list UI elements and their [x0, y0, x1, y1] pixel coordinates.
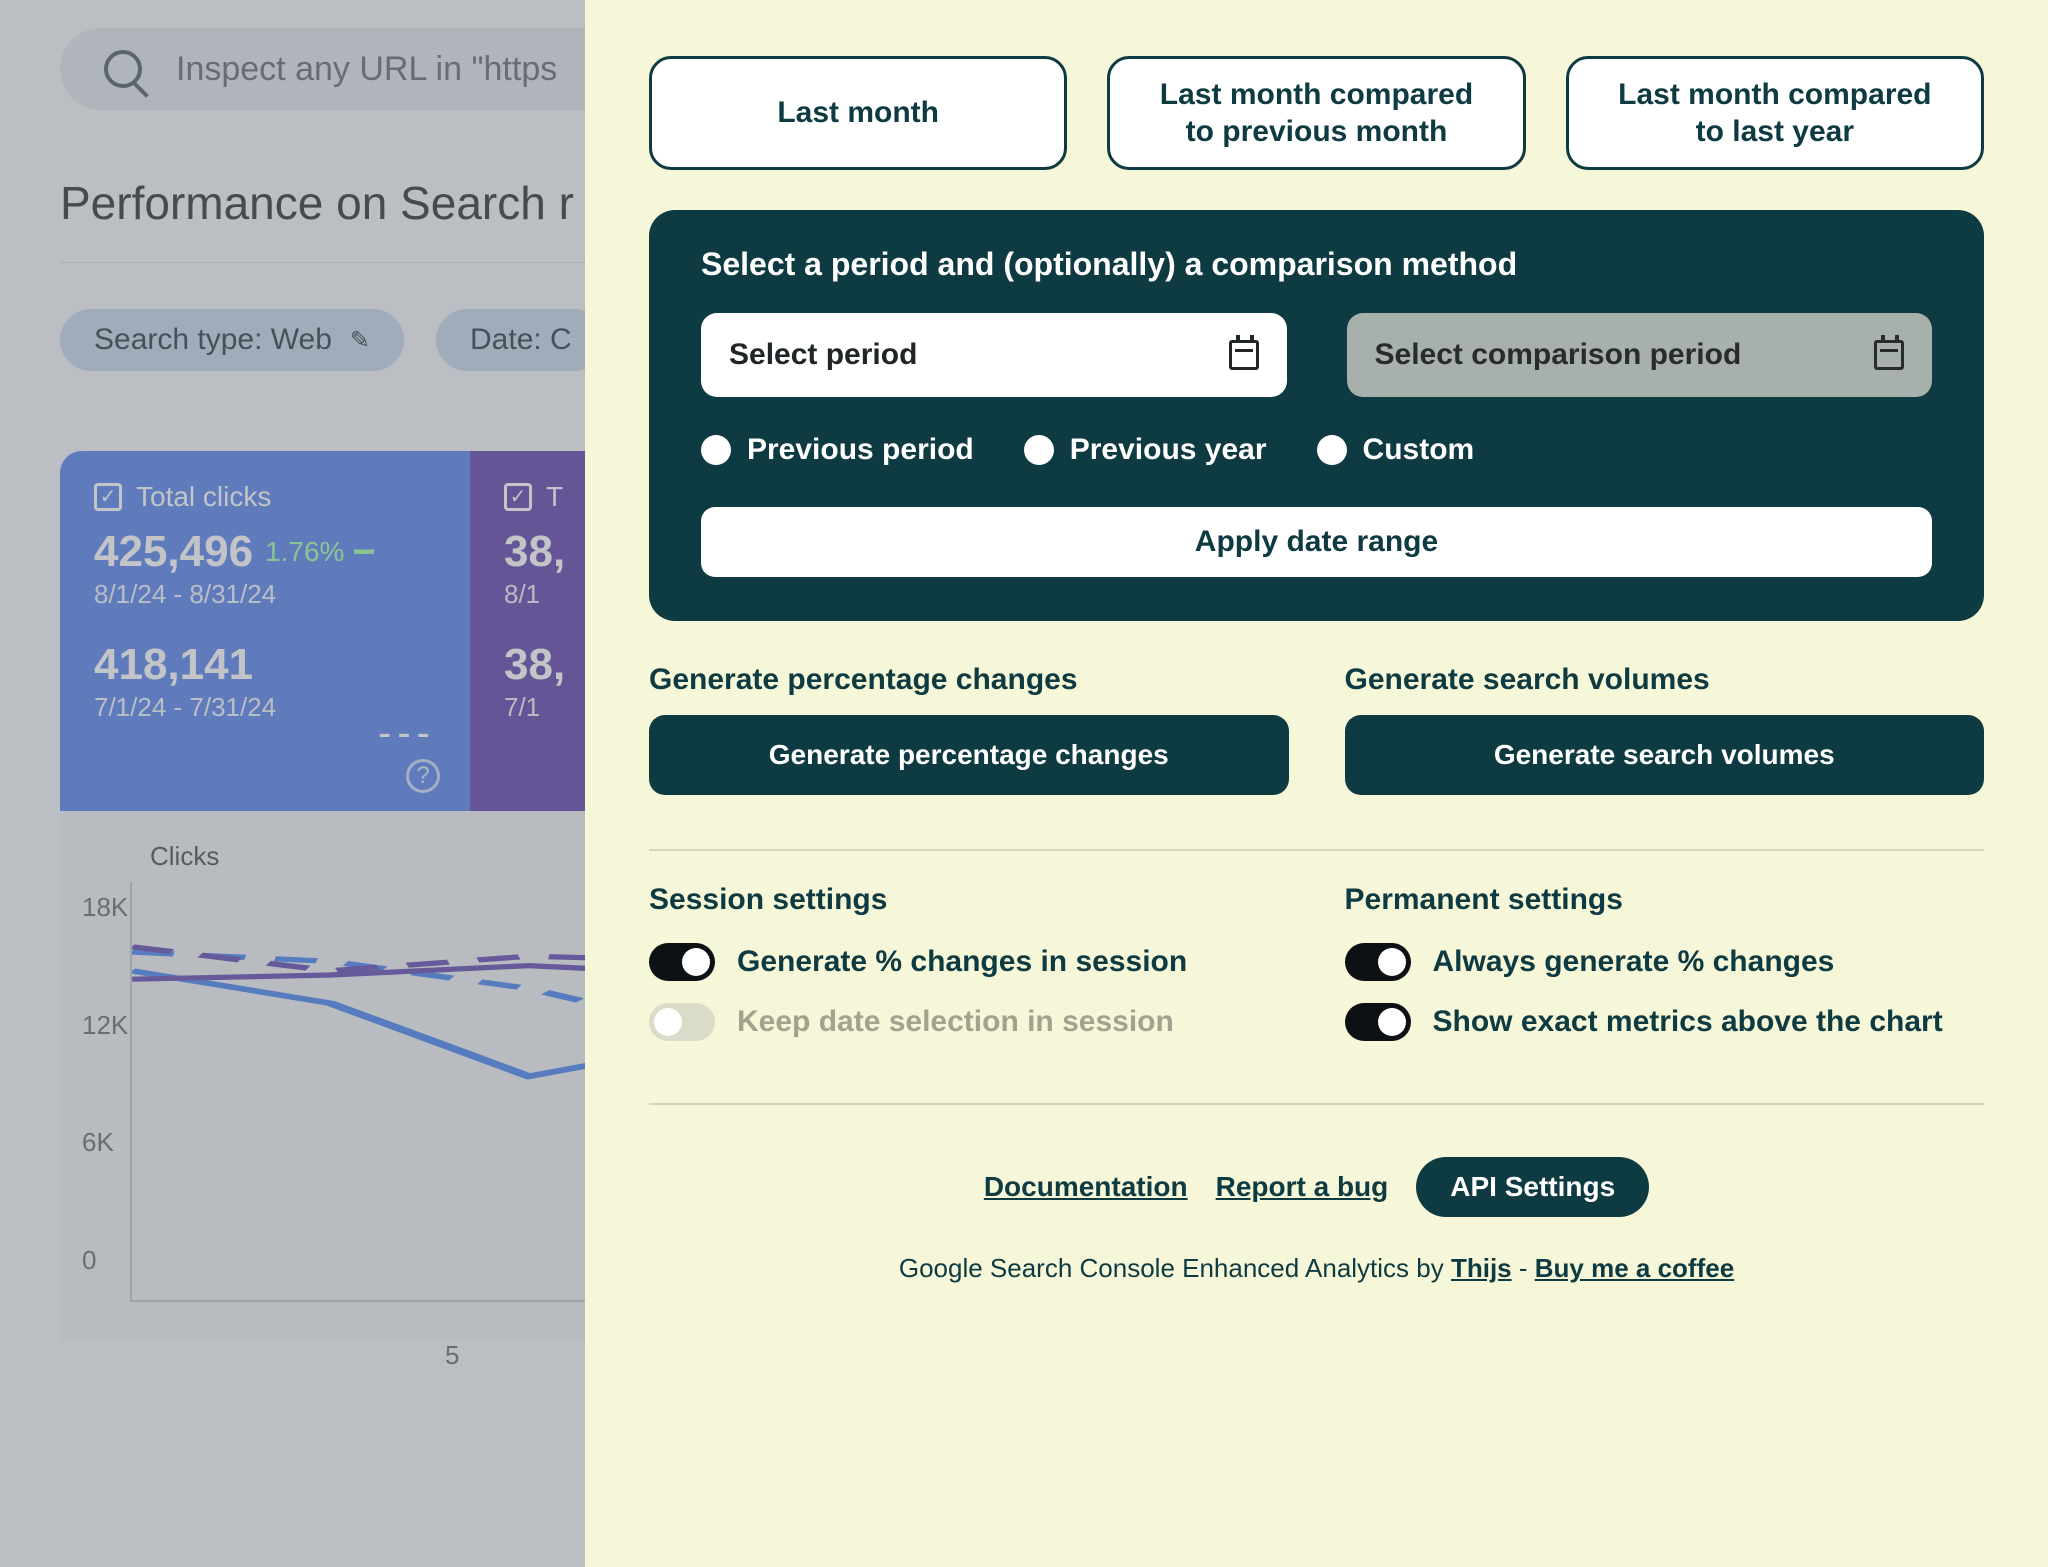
radio-previous-period[interactable]: Previous period: [701, 433, 974, 467]
calendar-icon: [1229, 340, 1259, 370]
toggle-exact-metrics-label: Show exact metrics above the chart: [1433, 1005, 1943, 1039]
select-comparison-button[interactable]: Select comparison period: [1347, 313, 1933, 397]
divider: [649, 1103, 1984, 1105]
quick-last-month-vs-prev-button[interactable]: Last month compared to previous month: [1107, 56, 1525, 170]
radio-icon: [1024, 435, 1054, 465]
radio-custom[interactable]: Custom: [1317, 433, 1475, 467]
select-period-button[interactable]: Select period: [701, 313, 1287, 397]
radio-icon: [701, 435, 731, 465]
gen-vol-title: Generate search volumes: [1345, 663, 1985, 697]
select-period-label: Select period: [729, 338, 917, 372]
divider: [649, 849, 1984, 851]
toggle-session-pct[interactable]: [649, 943, 715, 981]
select-comparison-label: Select comparison period: [1375, 338, 1742, 372]
radio-label: Custom: [1363, 433, 1475, 467]
radio-previous-year[interactable]: Previous year: [1024, 433, 1267, 467]
apply-date-range-button[interactable]: Apply date range: [701, 507, 1932, 577]
calendar-icon: [1874, 340, 1904, 370]
radio-label: Previous period: [747, 433, 974, 467]
gen-vol-button[interactable]: Generate search volumes: [1345, 715, 1985, 795]
radio-icon: [1317, 435, 1347, 465]
documentation-link[interactable]: Documentation: [984, 1171, 1188, 1203]
radio-label: Previous year: [1070, 433, 1267, 467]
api-settings-button[interactable]: API Settings: [1416, 1157, 1649, 1217]
toggle-always-pct-label: Always generate % changes: [1433, 945, 1835, 979]
session-settings-title: Session settings: [649, 883, 1289, 917]
permanent-settings-title: Permanent settings: [1345, 883, 1985, 917]
report-bug-link[interactable]: Report a bug: [1216, 1171, 1389, 1203]
quick-last-month-vs-year-button[interactable]: Last month compared to last year: [1566, 56, 1984, 170]
period-selector-card: Select a period and (optionally) a compa…: [649, 210, 1984, 621]
toggle-keep-date[interactable]: [649, 1003, 715, 1041]
buy-coffee-link[interactable]: Buy me a coffee: [1535, 1253, 1734, 1283]
toggle-keep-date-label: Keep date selection in session: [737, 1005, 1174, 1039]
toggle-always-pct[interactable]: [1345, 943, 1411, 981]
credit-line: Google Search Console Enhanced Analytics…: [649, 1253, 1984, 1284]
credit-prefix: Google Search Console Enhanced Analytics…: [899, 1253, 1451, 1283]
gen-pct-button[interactable]: Generate percentage changes: [649, 715, 1289, 795]
gen-pct-title: Generate percentage changes: [649, 663, 1289, 697]
toggle-exact-metrics[interactable]: [1345, 1003, 1411, 1041]
credit-sep: -: [1512, 1253, 1535, 1283]
period-selector-title: Select a period and (optionally) a compa…: [701, 246, 1932, 283]
quick-last-month-button[interactable]: Last month: [649, 56, 1067, 170]
toggle-session-pct-label: Generate % changes in session: [737, 945, 1187, 979]
credit-author-link[interactable]: Thijs: [1451, 1253, 1512, 1283]
enhanced-analytics-panel: Last month Last month compared to previo…: [585, 0, 2048, 1567]
